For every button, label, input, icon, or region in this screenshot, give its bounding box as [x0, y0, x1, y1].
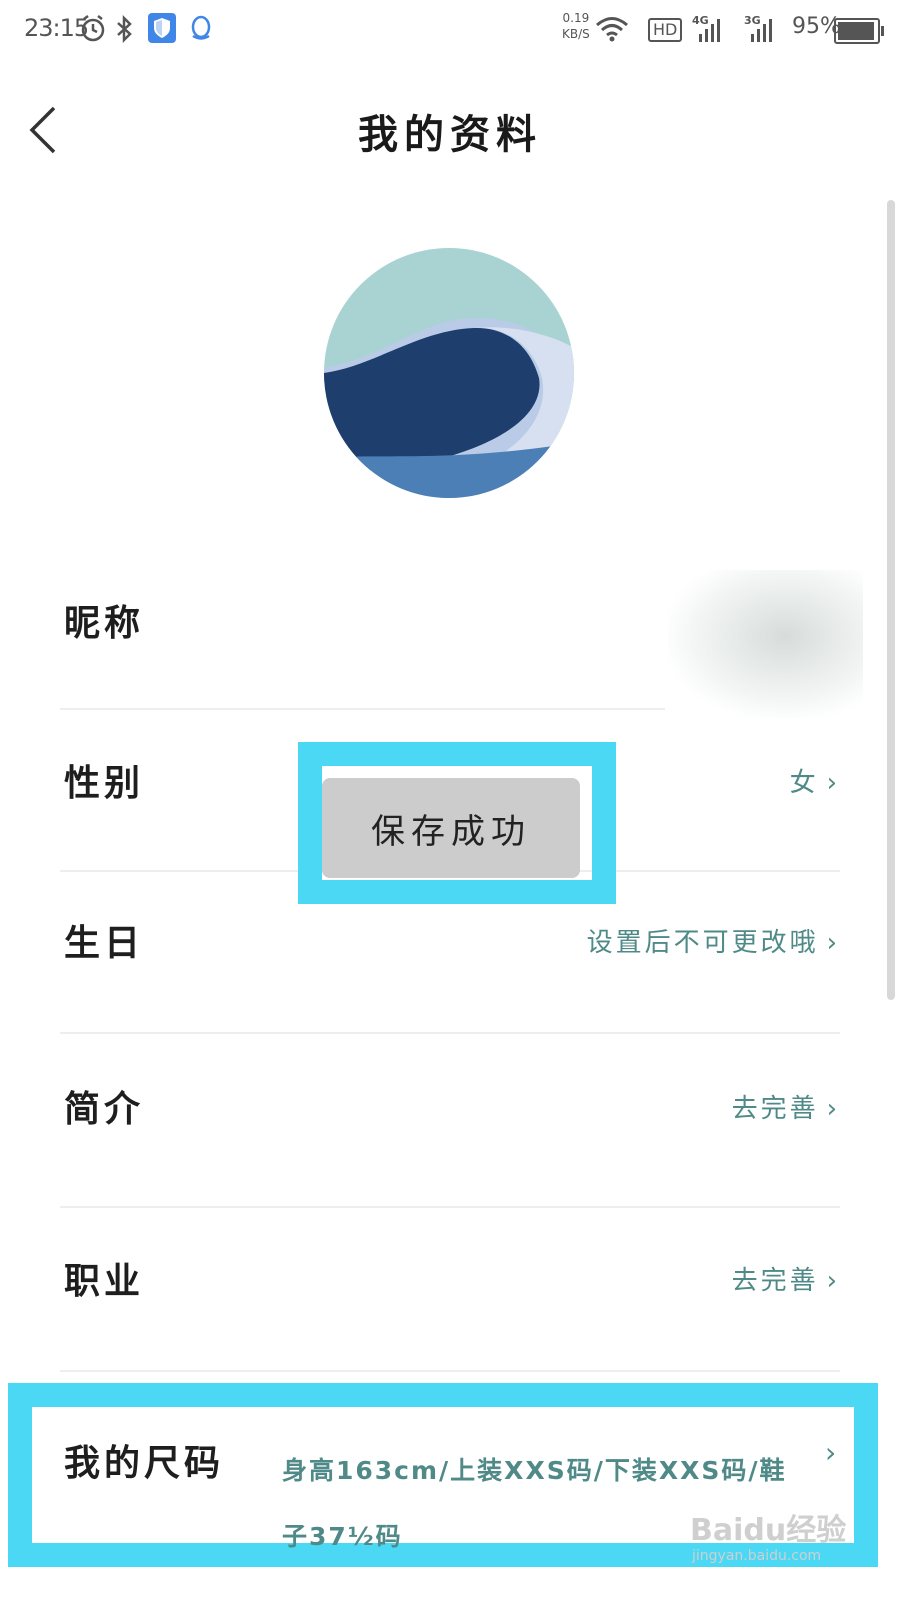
save-success-toast: 保存成功 [322, 778, 580, 878]
gender-value-text: 女 [789, 768, 819, 798]
chevron-right-icon: › [825, 1436, 837, 1469]
chevron-right-icon: › [826, 1094, 840, 1124]
signal-icon [698, 14, 722, 48]
bio-label: 简介 [64, 1089, 145, 1130]
status-bar: 23:15 0.19 KB/S HD 4G 3G 95% [0, 0, 900, 64]
wifi-icon [594, 14, 630, 48]
divider [60, 1206, 840, 1208]
occupation-row[interactable]: 职业 去完善 › [60, 1238, 840, 1348]
page-title: 我的资料 [358, 112, 542, 158]
bio-value-text: 去完善 [731, 1094, 819, 1124]
net-speed: 0.19 KB/S [562, 10, 590, 42]
birthday-value: 设置后不可更改哦 › [587, 922, 840, 959]
nickname-label: 昵称 [64, 603, 145, 644]
header: 我的资料 [0, 70, 900, 190]
divider [60, 1370, 840, 1372]
shield-icon [148, 13, 176, 43]
gender-value: 女 › [790, 762, 840, 799]
avatar-image [324, 248, 574, 498]
bio-row[interactable]: 简介 去完善 › [60, 1066, 840, 1176]
birthday-value-text: 设置后不可更改哦 [586, 928, 819, 958]
chevron-right-icon: › [826, 928, 840, 958]
hd-badge: HD [648, 18, 683, 42]
watermark-url: jingyan.baidu.com [692, 1548, 822, 1564]
my-size-label: 我的尺码 [64, 1443, 225, 1484]
bio-value: 去完善 › [732, 1088, 840, 1125]
divider [60, 708, 665, 710]
nickname-value-blurred [668, 570, 863, 718]
bluetooth-icon [114, 14, 134, 48]
battery-icon [834, 18, 884, 44]
status-time: 23:15 [24, 14, 89, 42]
signal-icon-2 [750, 14, 774, 48]
birthday-label: 生日 [64, 923, 145, 964]
avatar[interactable] [324, 248, 574, 498]
occupation-value: 去完善 › [732, 1260, 840, 1297]
chevron-right-icon: › [826, 768, 840, 798]
net-speed-value: 0.19 [562, 11, 590, 25]
occupation-label: 职业 [64, 1261, 145, 1302]
gender-label: 性别 [64, 763, 145, 804]
alarm-icon [80, 14, 106, 48]
qq-icon [188, 14, 214, 48]
baidu-watermark: Baidu经验 [690, 1513, 847, 1548]
divider [60, 1032, 840, 1034]
net-speed-unit: KB/S [562, 27, 590, 41]
occupation-value-text: 去完善 [731, 1266, 819, 1296]
chevron-right-icon: › [826, 1266, 840, 1296]
scrollbar[interactable] [887, 200, 895, 1000]
birthday-row[interactable]: 生日 设置后不可更改哦 › [60, 900, 840, 1010]
